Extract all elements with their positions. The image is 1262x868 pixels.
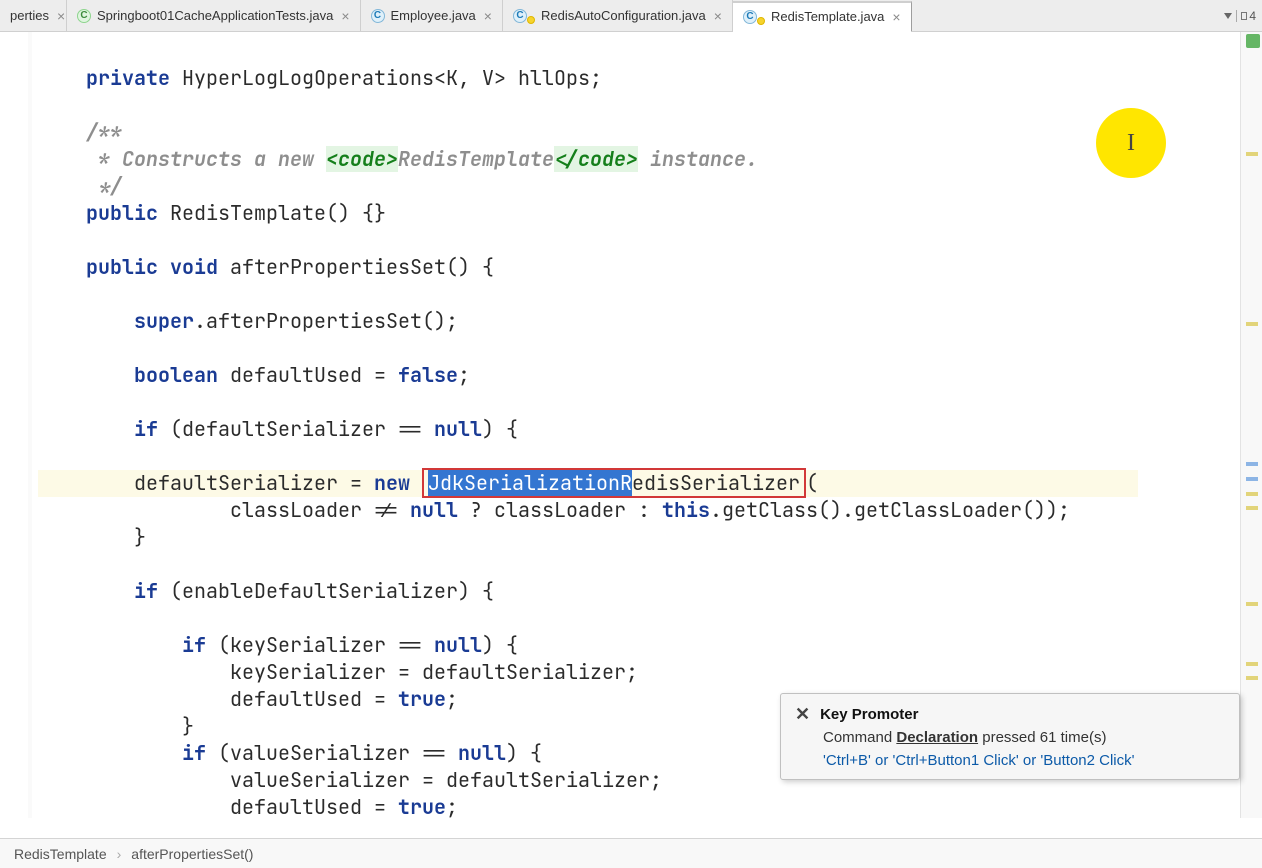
kw-private: private [86,65,170,91]
error-stripe[interactable] [1240,32,1262,818]
tab-label: perties [10,8,49,23]
mouse-highlight-circle: I [1096,108,1166,178]
shortcut-link[interactable]: 'Ctrl+B' [823,752,871,769]
tab-label: RedisAutoConfiguration.java [541,8,706,23]
close-icon[interactable]: × [714,8,722,24]
marker[interactable] [1246,492,1258,496]
close-icon[interactable]: × [892,9,900,25]
class-icon: C [371,9,385,23]
tab-label: Employee.java [391,8,476,23]
tab-perties[interactable]: perties × [0,0,67,31]
command-name: Declaration [896,729,978,746]
tab-employee[interactable]: C Employee.java × [361,0,503,31]
shortcut-link[interactable]: 'Ctrl+Button1 Click' [893,752,1019,769]
breadcrumb-method[interactable]: afterPropertiesSet() [131,846,253,862]
split-indicator[interactable]: 4 [1218,9,1262,23]
breadcrumb-separator: › [117,846,122,862]
close-icon[interactable]: ✕ [795,704,810,725]
breadcrumb: RedisTemplate › afterPropertiesSet() [0,838,1262,868]
close-icon[interactable]: × [484,8,492,24]
chevron-down-icon [1224,13,1232,19]
class-icon: C [743,10,757,24]
red-boxed-token: JdkSerializationRedisSerializer [422,468,806,498]
tab-bar: perties × C Springboot01CacheApplication… [0,0,1262,32]
inspection-ok-icon [1246,34,1260,48]
highlighted-line: defaultSerializer = new JdkSerialization… [38,470,1138,497]
class-icon: C [77,9,91,23]
popup-shortcuts: 'Ctrl+B' or 'Ctrl+Button1 Click' or 'But… [795,752,1225,769]
marker[interactable] [1246,152,1258,156]
tab-caches-tests[interactable]: C Springboot01CacheApplicationTests.java… [67,0,361,31]
lock-icon [527,16,535,24]
popup-message: Command Declaration pressed 61 time(s) [795,729,1225,746]
marker[interactable] [1246,462,1258,466]
marker[interactable] [1246,676,1258,680]
lock-icon [757,17,765,25]
tab-redis-autoconfig[interactable]: C RedisAutoConfiguration.java × [503,0,733,31]
marker[interactable] [1246,662,1258,666]
marker[interactable] [1246,506,1258,510]
breadcrumb-class[interactable]: RedisTemplate [14,846,107,862]
tab-label: Springboot01CacheApplicationTests.java [97,8,333,23]
selected-text: JdkSerializationR [428,470,632,496]
close-icon[interactable]: × [57,8,65,24]
key-promoter-popup: ✕ Key Promoter Command Declaration press… [780,693,1240,780]
marker[interactable] [1246,477,1258,481]
tab-label: RedisTemplate.java [771,9,884,24]
editor: private HyperLogLogOperations<K, V> hllO… [0,32,1262,818]
close-icon[interactable]: × [341,8,349,24]
marker[interactable] [1246,602,1258,606]
gutter[interactable] [0,32,32,818]
shortcut-link[interactable]: 'Button2 Click' [1040,752,1134,769]
text-cursor-icon: I [1127,130,1135,157]
split-count: 4 [1249,9,1256,23]
popup-title: Key Promoter [820,706,918,723]
tab-redis-template[interactable]: C RedisTemplate.java × [733,1,912,32]
marker[interactable] [1246,322,1258,326]
class-icon: C [513,9,527,23]
